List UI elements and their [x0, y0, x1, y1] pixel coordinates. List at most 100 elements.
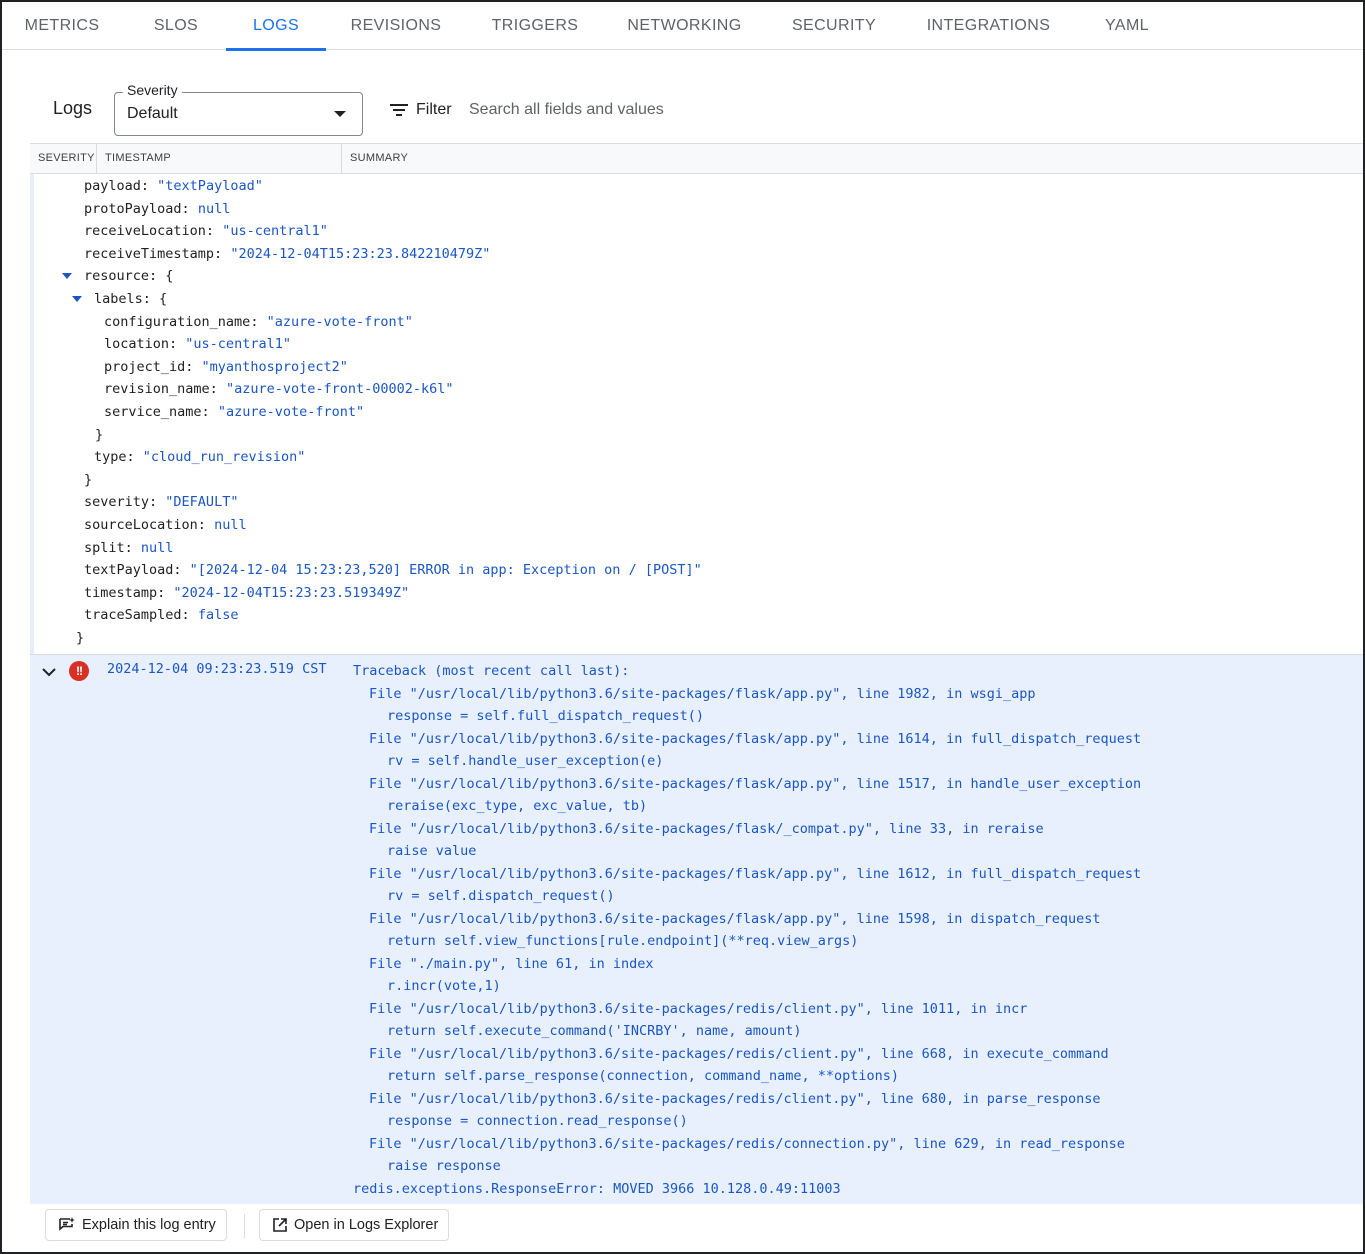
json-key: revision_name [104, 381, 210, 398]
column-header-timestamp[interactable]: TIMESTAMP [97, 144, 342, 173]
tab-integrations[interactable]: INTEGRATIONS [906, 2, 1071, 50]
log-entry-row-error[interactable]: !! 2024-12-04 09:23:23.519 CST Traceback… [30, 654, 1363, 1204]
json-value: { [159, 291, 168, 307]
filter-button[interactable]: Filter [390, 98, 452, 122]
severity-value: Default [127, 105, 178, 122]
traceback-line: redis.exceptions.ResponseError: MOVED 39… [353, 1180, 841, 1197]
log-table-header: SEVERITY TIMESTAMP SUMMARY [30, 143, 1363, 174]
json-value: "azure-vote-front" [266, 313, 413, 330]
traceback-line: File "/usr/local/lib/python3.6/site-pack… [369, 910, 1101, 927]
traceback-line: return self.execute_command('INCRBY', na… [387, 1023, 802, 1039]
explain-log-entry-label: Explain this log entry [82, 1217, 216, 1233]
log-timestamp[interactable]: 2024-12-04 09:23:23.519 CST [107, 661, 326, 677]
json-key: protoPayload [84, 200, 182, 217]
json-line: location: "us-central1" [104, 336, 291, 353]
sparkle-comment-icon [59, 1217, 75, 1231]
tab-revisions[interactable]: REVISIONS [331, 2, 461, 50]
json-line: split: null [84, 539, 174, 556]
json-line: receiveLocation: "us-central1" [84, 223, 328, 240]
severity-label: Severity [123, 82, 182, 98]
json-key: severity [84, 494, 150, 511]
json-line: receiveTimestamp: "2024-12-04T15:23:23.8… [84, 245, 491, 262]
column-header-summary[interactable]: SUMMARY [342, 144, 1363, 173]
traceback-line: File "./main.py", line 61, in index [369, 955, 654, 972]
traceback-line: File "/usr/local/lib/python3.6/site-pack… [369, 865, 1142, 882]
json-line: project_id: "myanthosproject2" [104, 358, 348, 375]
json-key: type [94, 449, 127, 466]
json-line: traceSampled: false [84, 607, 239, 624]
json-key: labels [94, 291, 143, 307]
json-value: "cloud_run_revision" [142, 449, 306, 466]
json-line: protoPayload: null [84, 200, 231, 217]
json-line: textPayload: "[2024-12-04 15:23:23,520] … [84, 562, 702, 579]
json-key: split [84, 539, 125, 556]
traceback-line: response = connection.read_response() [387, 1113, 688, 1129]
tab-triggers[interactable]: TRIGGERS [475, 2, 595, 50]
json-key: location [104, 336, 170, 353]
traceback-line: return self.parse_response(connection, c… [387, 1068, 900, 1084]
filter-label: Filter [416, 101, 452, 118]
json-line: resource: { [84, 268, 174, 285]
tab-networking[interactable]: NETWORKING [603, 2, 766, 50]
json-key: timestamp [84, 584, 158, 601]
json-key: receiveTimestamp [84, 245, 215, 262]
json-value: { [165, 268, 174, 285]
json-key: project_id [104, 358, 186, 375]
tab-bar: METRICS SLOS LOGS REVISIONS TRIGGERS NETWORKI… [2, 2, 1363, 51]
explain-log-entry-button[interactable]: Explain this log entry [45, 1209, 227, 1241]
json-key: sourceLocation [84, 517, 198, 533]
json-value: "textPayload" [157, 178, 263, 194]
open-in-logs-explorer-button[interactable]: Open in Logs Explorer [259, 1209, 450, 1241]
json-key: configuration_name [104, 313, 251, 330]
json-value: "[2024-12-04 15:23:23,520] ERROR in app:… [189, 562, 702, 579]
tab-metrics[interactable]: METRICS [2, 2, 122, 50]
json-key: resource [84, 268, 150, 285]
json-value: "azure-vote-front" [217, 404, 365, 420]
json-line: timestamp: "2024-12-04T15:23:23.519349Z" [84, 584, 410, 601]
traceback-line: raise value [387, 843, 477, 859]
json-value: null [197, 200, 231, 217]
traceback-line: File "/usr/local/lib/python3.6/site-pack… [369, 730, 1142, 747]
json-line: revision_name: "azure-vote-front-00002-k… [104, 381, 454, 398]
json-value: "2024-12-04T15:23:23.842210479Z" [230, 245, 491, 262]
open-in-logs-explorer-label: Open in Logs Explorer [294, 1217, 439, 1233]
json-line: configuration_name: "azure-vote-front" [104, 313, 413, 330]
expand-toggle-icon[interactable] [72, 296, 82, 302]
json-key: payload [84, 178, 141, 194]
traceback-line: rv = self.handle_user_exception(e) [387, 753, 664, 769]
json-key: service_name [104, 404, 202, 420]
json-line: payload: "textPayload" [84, 178, 263, 194]
error-icon: !! [69, 661, 89, 681]
chevron-down-icon[interactable] [40, 663, 58, 681]
json-line: } [95, 425, 103, 445]
logs-title: Logs [53, 98, 93, 118]
json-value: } [84, 471, 93, 488]
tab-security[interactable]: SECURITY [774, 2, 894, 50]
json-key: traceSampled [84, 607, 182, 624]
traceback-line: File "/usr/local/lib/python3.6/site-pack… [369, 1135, 1125, 1152]
json-value: "azure-vote-front-00002-k6l" [225, 381, 454, 398]
traceback-line: return self.view_functions[rule.endpoint… [387, 933, 859, 949]
search-input[interactable] [469, 99, 1069, 121]
tab-slos[interactable]: SLOS [133, 2, 219, 50]
tab-logs[interactable]: LOGS [226, 2, 326, 51]
traceback-line: File "/usr/local/lib/python3.6/site-pack… [369, 1090, 1101, 1107]
json-line: type: "cloud_run_revision" [94, 449, 306, 466]
json-key: receiveLocation [84, 223, 206, 240]
json-value: null [214, 517, 247, 533]
column-header-severity[interactable]: SEVERITY [30, 144, 97, 173]
severity-select[interactable]: Severity Default [114, 82, 363, 136]
traceback-line: reraise(exc_type, exc_value, tb) [387, 798, 648, 814]
expand-toggle-icon[interactable] [62, 273, 72, 280]
log-entry-actions: Explain this log entry Open in Logs Expl… [30, 1204, 1363, 1252]
json-line: service_name: "azure-vote-front" [104, 404, 365, 420]
json-line: } [76, 628, 84, 648]
json-key: textPayload [84, 562, 174, 579]
json-value: "2024-12-04T15:23:23.519349Z" [173, 584, 410, 601]
dropdown-caret-icon [334, 111, 346, 117]
filter-icon [390, 103, 408, 117]
tab-yaml[interactable]: YAML [1079, 2, 1175, 50]
json-value: "us-central1" [222, 223, 328, 240]
traceback-line: File "/usr/local/lib/python3.6/site-pack… [369, 1000, 1028, 1017]
open-in-new-icon [273, 1218, 287, 1232]
